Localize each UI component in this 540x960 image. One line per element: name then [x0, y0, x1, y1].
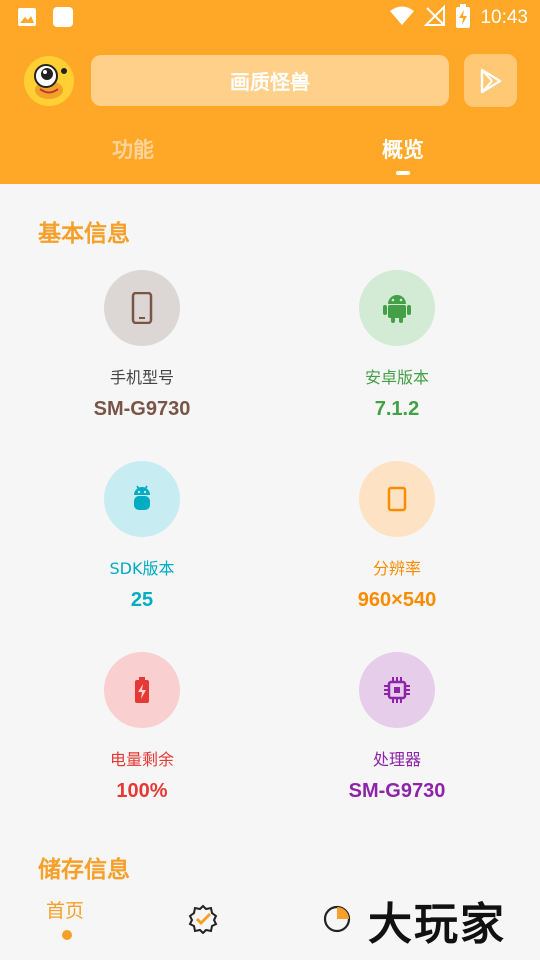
- info-label: 安卓版本: [364, 368, 429, 387]
- app-header: 10:43 画质怪兽 功能 概览: [0, 0, 540, 184]
- no-signal-icon: [424, 4, 446, 31]
- basic-info-title: 基本信息: [38, 221, 130, 247]
- nav-active-dot: [62, 930, 72, 940]
- info-value: 25: [130, 589, 154, 611]
- info-card-resolution: 分辨率 960×540: [262, 461, 532, 612]
- nav-home[interactable]: 首页: [46, 896, 84, 923]
- info-value: SM-G9730: [93, 398, 191, 420]
- tab-functions[interactable]: 功能: [112, 134, 154, 164]
- info-card-processor: 处理器 SM-G9730: [262, 652, 532, 803]
- gallery-notification-icon: [16, 6, 38, 28]
- nav-pie-chart-icon[interactable]: [322, 904, 352, 934]
- info-value: 100%: [116, 780, 168, 802]
- app-notification-icon: [52, 6, 74, 28]
- app-title: 画质怪兽: [230, 70, 310, 94]
- status-time: 10:43: [480, 7, 528, 28]
- tab-bar: 功能 概览: [0, 128, 540, 178]
- info-label: SDK版本: [109, 559, 175, 578]
- mascot-avatar-icon: [24, 56, 74, 106]
- info-value: SM-G9730: [348, 780, 446, 802]
- info-label: 分辨率: [372, 559, 421, 578]
- screen-icon: [359, 461, 435, 537]
- play-store-button[interactable]: [464, 54, 517, 107]
- info-card-phone-model: 手机型号 SM-G9730: [7, 270, 277, 421]
- wifi-icon: [390, 6, 415, 30]
- storage-info-title: 储存信息: [38, 857, 130, 883]
- battery-icon: [104, 652, 180, 728]
- info-value: 960×540: [357, 589, 437, 611]
- tab-overview[interactable]: 概览: [382, 134, 424, 164]
- play-store-icon: [480, 68, 501, 93]
- status-bar: 10:43: [0, 0, 540, 36]
- info-label: 电量剩余: [109, 750, 174, 769]
- cpu-icon: [359, 652, 435, 728]
- android-icon: [359, 270, 435, 346]
- watermark: 大玩家: [368, 899, 506, 950]
- info-label: 处理器: [372, 750, 421, 769]
- info-card-battery: 电量剩余 100%: [7, 652, 277, 803]
- phone-icon: [104, 270, 180, 346]
- android-robot-icon: [104, 461, 180, 537]
- info-value: 7.1.2: [374, 398, 420, 420]
- bottom-nav: 首页 大玩家: [0, 884, 540, 960]
- app-title-button[interactable]: 画质怪兽: [91, 55, 449, 106]
- info-card-sdk-version: SDK版本 25: [7, 461, 277, 612]
- info-label: 手机型号: [109, 368, 174, 387]
- info-card-android-version: 安卓版本 7.1.2: [262, 270, 532, 421]
- overview-content: 基本信息 手机型号 SM-G9730 安卓版本 7.1.2 SDK版本 25 分…: [0, 184, 540, 884]
- active-tab-indicator: [396, 171, 410, 175]
- battery-charging-icon: [456, 4, 471, 32]
- avatar[interactable]: [24, 56, 74, 106]
- nav-verified-badge-icon[interactable]: [188, 904, 218, 935]
